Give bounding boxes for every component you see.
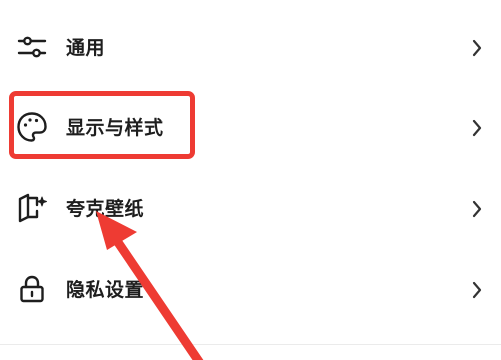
sliders-icon [15, 30, 49, 64]
chevron-right-icon [471, 38, 483, 58]
chevron-right-icon [471, 280, 483, 300]
wallpaper-sparkle-icon [15, 191, 49, 225]
settings-item-general[interactable]: 通用 [0, 16, 501, 80]
settings-item-privacy[interactable]: 隐私设置 [0, 258, 501, 322]
palette-icon [15, 110, 49, 144]
settings-item-display-style[interactable]: 显示与样式 [0, 96, 501, 160]
settings-item-label: 通用 [66, 37, 106, 59]
settings-item-label: 夸克壁纸 [66, 198, 145, 220]
settings-item-label: 显示与样式 [66, 117, 164, 139]
settings-item-quark-wallpaper[interactable]: 夸克壁纸 [0, 177, 501, 241]
chevron-right-icon [471, 199, 483, 219]
chevron-right-icon [471, 118, 483, 138]
lock-icon [15, 272, 49, 306]
divider [0, 344, 501, 345]
settings-item-label: 隐私设置 [66, 279, 145, 301]
